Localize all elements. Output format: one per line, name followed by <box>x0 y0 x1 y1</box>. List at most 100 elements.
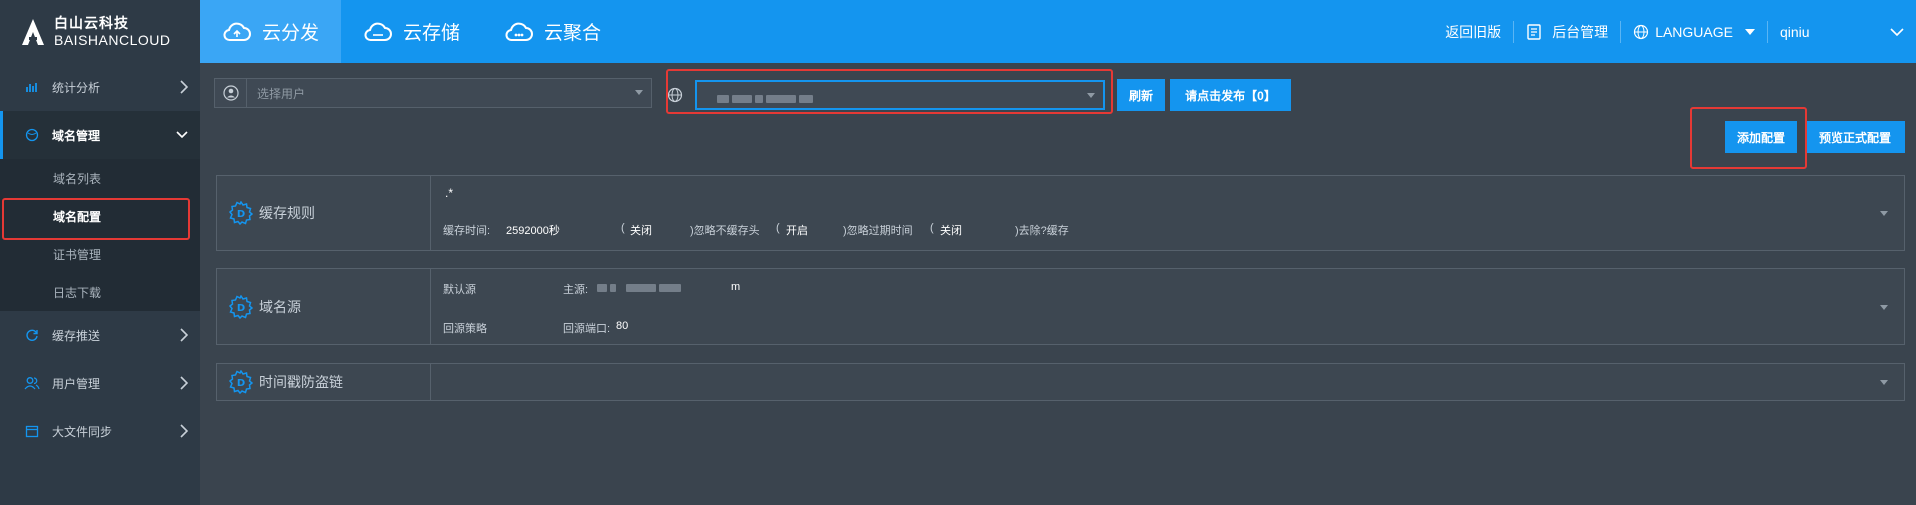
svg-text:D: D <box>237 209 245 220</box>
sidebar-item-label: 统计分析 <box>52 80 101 95</box>
ignore-nocache-label: )忽略不缓存头 <box>690 225 760 237</box>
brand-name-cn: 白山云科技 <box>54 14 129 31</box>
sidebar-item-large-file-sync[interactable]: 大文件同步 <box>0 407 200 455</box>
globe-icon <box>667 87 683 103</box>
cache-rule-panel[interactable]: D 缓存规则 .* 缓存时间: 2592000秒 ( 关闭 )忽略不缓存头 ( … <box>216 175 1905 251</box>
ignore-expire-value: 开启 <box>786 225 808 237</box>
tab-cloud-aggregation[interactable]: 云聚合 <box>482 0 623 63</box>
sidebar-item-label: 用户管理 <box>52 376 101 391</box>
tab-label: 云聚合 <box>544 23 602 44</box>
sidebar-item-label: 大文件同步 <box>52 424 113 439</box>
gear-icon: D <box>229 201 253 225</box>
domain-submenu: 域名列表 域名配置 证书管理 日志下载 <box>0 159 200 311</box>
brand-name-en: BAISHANCLOUD <box>54 31 171 48</box>
back-to-legacy-link[interactable]: 返回旧版 <box>1433 0 1513 63</box>
tab-label: 云存储 <box>403 23 461 44</box>
preview-config-label: 预览正式配置 <box>1818 130 1891 145</box>
brand-logo[interactable]: 白山云科技 BAISHANCLOUD <box>0 0 200 63</box>
user-select-placeholder: 选择用户 <box>257 86 306 101</box>
main-source-tail: m <box>731 281 741 293</box>
publish-button[interactable]: 请点击发布【0】 <box>1170 79 1291 111</box>
tab-cloud-storage[interactable]: 云存储 <box>341 0 482 63</box>
tab-label: 云分发 <box>262 23 320 44</box>
legacy-label: 返回旧版 <box>1445 23 1502 40</box>
language-label: LANGUAGE <box>1655 23 1733 40</box>
publish-label: 请点击发布【0】 <box>1185 88 1276 103</box>
top-header: 白山云科技 BAISHANCLOUD 云分发 云存储 云聚合 返回旧版 后台管理… <box>0 0 1916 63</box>
sidebar-subitem-certificates[interactable]: 证书管理 <box>0 235 200 273</box>
sidebar-item-label: 缓存推送 <box>52 328 101 343</box>
chevron-right-icon <box>180 80 188 94</box>
sidebar-item-statistics[interactable]: 统计分析 <box>0 63 200 111</box>
top-right-menu: 返回旧版 后台管理 LANGUAGE qiniu <box>1433 0 1916 63</box>
caret-down-icon <box>1087 93 1095 98</box>
sidebar-item-label: 域名管理 <box>52 128 101 143</box>
gear-icon: D <box>229 294 253 319</box>
panel-body: .* 缓存时间: 2592000秒 ( 关闭 )忽略不缓存头 ( 开启 )忽略过… <box>431 176 1904 250</box>
expand-caret-icon[interactable] <box>1880 304 1888 310</box>
caret-down-icon <box>635 90 643 95</box>
back-source-port-value: 80 <box>616 320 629 332</box>
expand-caret-icon[interactable] <box>1880 380 1888 385</box>
back-source-port-label: 回源端口: <box>563 323 611 335</box>
add-config-button[interactable]: 添加配置 <box>1725 121 1797 153</box>
caret-down-icon <box>1745 28 1755 35</box>
sidebar-subitem-domain-config[interactable]: 域名配置 <box>0 197 200 235</box>
sidebar-item-domain-management[interactable]: 域名管理 <box>0 111 200 159</box>
chevron-down-icon <box>1890 27 1904 36</box>
cloud-up-icon <box>223 22 251 41</box>
product-nav: 云分发 云存储 云聚合 <box>200 0 623 63</box>
globe-icon <box>1634 24 1649 39</box>
paren-open: ( <box>776 222 780 234</box>
subitem-label: 域名配置 <box>53 209 102 224</box>
sidebar-subitem-domain-list[interactable]: 域名列表 <box>0 159 200 197</box>
subitem-label: 域名列表 <box>53 171 102 186</box>
cloud-link-icon <box>505 22 534 41</box>
svg-text:D: D <box>237 303 245 314</box>
panel-title: 缓存规则 <box>259 205 315 221</box>
subitem-label: 日志下载 <box>53 285 102 300</box>
language-dropdown[interactable]: LANGUAGE <box>1621 0 1767 63</box>
panel-body <box>431 364 1904 400</box>
document-icon <box>1527 23 1541 40</box>
origin-panel[interactable]: D 域名源 默认源 主源: m 回源策略 回源端口: 80 <box>216 268 1905 345</box>
cache-time-label: 缓存时间: <box>443 225 491 237</box>
sidebar-subitem-log-download[interactable]: 日志下载 <box>0 273 200 311</box>
cloud-icon <box>364 22 393 41</box>
sidebar-item-cache-push[interactable]: 缓存推送 <box>0 311 200 359</box>
admin-link[interactable]: 后台管理 <box>1514 0 1620 63</box>
cache-time-value: 2592000秒 <box>506 225 560 237</box>
calendar-icon <box>25 425 39 438</box>
username: qiniu <box>1780 23 1810 40</box>
preview-config-button[interactable]: 预览正式配置 <box>1805 121 1905 153</box>
panel-header: D 时间戳防盗链 <box>217 364 431 400</box>
chevron-right-icon <box>180 376 188 390</box>
refresh-icon <box>26 329 38 341</box>
filter-row: 选择用户 <box>214 78 652 108</box>
globe-icon <box>25 128 39 142</box>
user-menu[interactable]: qiniu <box>1768 0 1916 63</box>
hotlink-panel[interactable]: D 时间戳防盗链 <box>216 363 1905 401</box>
domain-select-field[interactable] <box>695 80 1105 110</box>
admin-label: 后台管理 <box>1552 23 1609 40</box>
paren-open: ( <box>930 222 934 234</box>
domain-select[interactable] <box>657 80 1109 110</box>
back-source-policy-label: 回源策略 <box>443 323 487 335</box>
default-source-label: 默认源 <box>443 284 476 296</box>
bar-chart-icon <box>26 83 37 92</box>
baishan-logo-icon <box>22 18 44 45</box>
user-select[interactable]: 选择用户 <box>214 78 652 108</box>
redacted-source <box>597 283 684 295</box>
sidebar: 统计分析 域名管理 域名列表 域名配置 证书管理 日志下载 缓存推送 用户管理 … <box>0 63 200 505</box>
panel-title: 域名源 <box>259 298 301 315</box>
redacted-domain <box>717 92 816 106</box>
ignore-nocache-value: 关闭 <box>630 225 652 237</box>
refresh-label: 刷新 <box>1129 88 1154 103</box>
expand-caret-icon[interactable] <box>1880 211 1888 216</box>
refresh-button[interactable]: 刷新 <box>1117 79 1165 111</box>
tab-cloud-distribution[interactable]: 云分发 <box>200 0 342 63</box>
main-content: 选择用户 刷新 请点击发布【0】 添加配置 预览正式配置 D 缓存规则 .* 缓… <box>200 63 1916 505</box>
main-source-label: 主源: <box>563 284 589 296</box>
gear-icon: D <box>229 370 253 394</box>
sidebar-item-user-management[interactable]: 用户管理 <box>0 359 200 407</box>
